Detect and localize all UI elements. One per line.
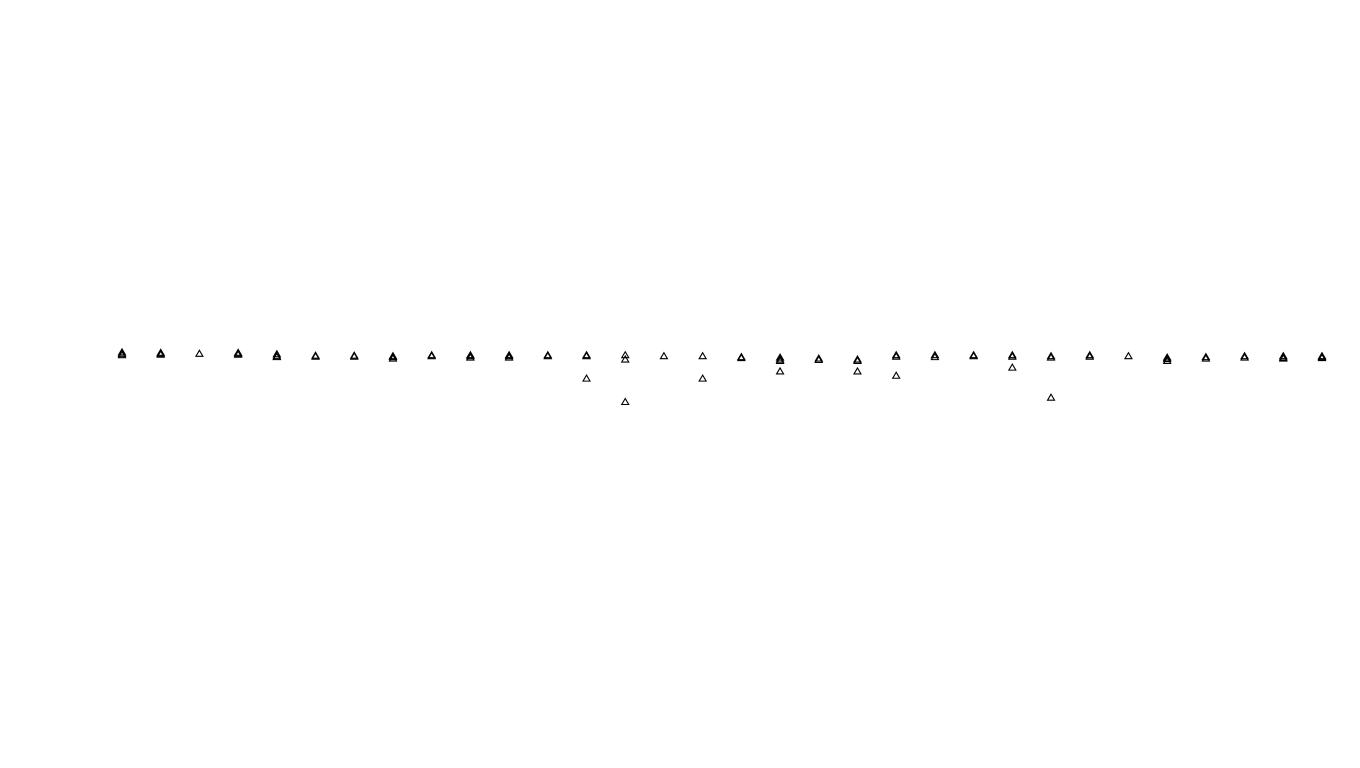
plot-background bbox=[0, 0, 1360, 768]
scatter-plot bbox=[0, 0, 1360, 768]
